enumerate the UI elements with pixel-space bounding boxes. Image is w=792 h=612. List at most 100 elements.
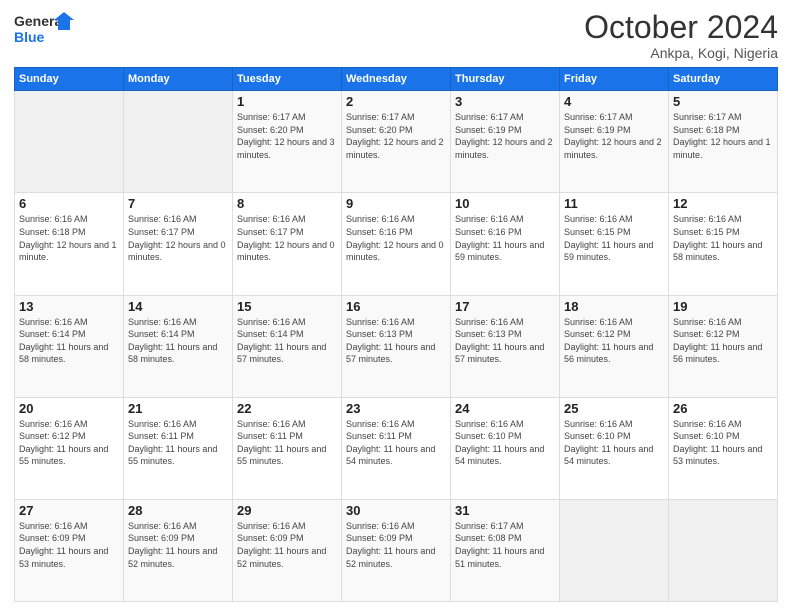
- day-number: 25: [564, 401, 664, 416]
- day-number: 23: [346, 401, 446, 416]
- month-title: October 2024: [584, 10, 778, 45]
- week-row-2: 6 Sunrise: 6:16 AM Sunset: 6:18 PM Daylig…: [15, 193, 778, 295]
- day-info: Sunrise: 6:16 AM Sunset: 6:18 PM Dayligh…: [19, 213, 119, 263]
- day-header-friday: Friday: [560, 68, 669, 91]
- day-cell: 10Sunrise: 6:16 AM Sunset: 6:16 PM Dayli…: [451, 193, 560, 295]
- day-cell: 13 Sunrise: 6:16 AM Sunset: 6:14 PM Dayli…: [15, 295, 124, 397]
- logo-svg: GeneralBlue: [14, 10, 74, 50]
- day-cell: 18Sunrise: 6:16 AM Sunset: 6:12 PM Dayli…: [560, 295, 669, 397]
- day-cell: 20 Sunrise: 6:16 AM Sunset: 6:12 PM Dayli…: [15, 397, 124, 499]
- header-row: SundayMondayTuesdayWednesdayThursdayFrid…: [15, 68, 778, 91]
- day-info: Sunrise: 6:16 AM Sunset: 6:13 PM Dayligh…: [455, 316, 555, 366]
- day-number: 8: [237, 196, 337, 211]
- day-number: 17: [455, 299, 555, 314]
- day-number: 24: [455, 401, 555, 416]
- day-cell: 30Sunrise: 6:16 AM Sunset: 6:09 PM Dayli…: [342, 499, 451, 601]
- day-cell: [124, 91, 233, 193]
- day-info: Sunrise: 6:16 AM Sunset: 6:09 PM Dayligh…: [128, 520, 228, 570]
- day-info: Sunrise: 6:16 AM Sunset: 6:09 PM Dayligh…: [237, 520, 337, 570]
- day-cell: 2Sunrise: 6:17 AM Sunset: 6:20 PM Daylig…: [342, 91, 451, 193]
- day-cell: 21 Sunrise: 6:16 AM Sunset: 6:11 PM Dayli…: [124, 397, 233, 499]
- day-number: 14: [128, 299, 228, 314]
- day-info: Sunrise: 6:16 AM Sunset: 6:12 PM Dayligh…: [19, 418, 119, 468]
- day-cell: 17 Sunrise: 6:16 AM Sunset: 6:13 PM Dayli…: [451, 295, 560, 397]
- day-number: 29: [237, 503, 337, 518]
- title-block: October 2024 Ankpa, Kogi, Nigeria: [584, 10, 778, 61]
- day-cell: 5 Sunrise: 6:17 AM Sunset: 6:18 PM Daylig…: [669, 91, 778, 193]
- day-number: 20: [19, 401, 119, 416]
- day-cell: 19 Sunrise: 6:16 AM Sunset: 6:12 PM Dayli…: [669, 295, 778, 397]
- location: Ankpa, Kogi, Nigeria: [584, 45, 778, 61]
- day-cell: 3 Sunrise: 6:17 AM Sunset: 6:19 PM Daylig…: [451, 91, 560, 193]
- day-cell: 23 Sunrise: 6:16 AM Sunset: 6:11 PM Dayli…: [342, 397, 451, 499]
- day-info: Sunrise: 6:16 AM Sunset: 6:13 PM Dayligh…: [346, 316, 446, 366]
- day-cell: 16 Sunrise: 6:16 AM Sunset: 6:13 PM Dayli…: [342, 295, 451, 397]
- day-number: 21: [128, 401, 228, 416]
- day-number: 22: [237, 401, 337, 416]
- day-number: 26: [673, 401, 773, 416]
- day-number: 19: [673, 299, 773, 314]
- day-number: 5: [673, 94, 773, 109]
- day-cell: [560, 499, 669, 601]
- day-cell: 28 Sunrise: 6:16 AM Sunset: 6:09 PM Dayli…: [124, 499, 233, 601]
- day-number: 13: [19, 299, 119, 314]
- day-cell: 29 Sunrise: 6:16 AM Sunset: 6:09 PM Dayli…: [233, 499, 342, 601]
- day-info: Sunrise: 6:16 AM Sunset: 6:14 PM Dayligh…: [19, 316, 119, 366]
- day-info: Sunrise: 6:16 AM Sunset: 6:10 PM Dayligh…: [455, 418, 555, 468]
- day-cell: 27Sunrise: 6:16 AM Sunset: 6:09 PM Dayli…: [15, 499, 124, 601]
- day-info: Sunrise: 6:16 AM Sunset: 6:17 PM Dayligh…: [237, 213, 337, 263]
- day-cell: 31Sunrise: 6:17 AM Sunset: 6:08 PM Dayli…: [451, 499, 560, 601]
- day-info: Sunrise: 6:16 AM Sunset: 6:09 PM Dayligh…: [346, 520, 446, 570]
- day-header-saturday: Saturday: [669, 68, 778, 91]
- day-number: 12: [673, 196, 773, 211]
- svg-text:Blue: Blue: [14, 29, 45, 45]
- day-info: Sunrise: 6:16 AM Sunset: 6:12 PM Dayligh…: [673, 316, 773, 366]
- day-cell: 9 Sunrise: 6:16 AM Sunset: 6:16 PM Daylig…: [342, 193, 451, 295]
- calendar: SundayMondayTuesdayWednesdayThursdayFrid…: [14, 67, 778, 602]
- day-header-monday: Monday: [124, 68, 233, 91]
- week-row-1: 1Sunrise: 6:17 AM Sunset: 6:20 PM Daylig…: [15, 91, 778, 193]
- day-cell: 4Sunrise: 6:17 AM Sunset: 6:19 PM Daylig…: [560, 91, 669, 193]
- day-cell: 6 Sunrise: 6:16 AM Sunset: 6:18 PM Daylig…: [15, 193, 124, 295]
- day-info: Sunrise: 6:16 AM Sunset: 6:10 PM Dayligh…: [564, 418, 664, 468]
- day-info: Sunrise: 6:16 AM Sunset: 6:10 PM Dayligh…: [673, 418, 773, 468]
- day-cell: 8 Sunrise: 6:16 AM Sunset: 6:17 PM Daylig…: [233, 193, 342, 295]
- day-number: 10: [455, 196, 555, 211]
- week-row-4: 20 Sunrise: 6:16 AM Sunset: 6:12 PM Dayli…: [15, 397, 778, 499]
- day-cell: 26 Sunrise: 6:16 AM Sunset: 6:10 PM Dayli…: [669, 397, 778, 499]
- day-info: Sunrise: 6:17 AM Sunset: 6:08 PM Dayligh…: [455, 520, 555, 570]
- day-number: 9: [346, 196, 446, 211]
- day-info: Sunrise: 6:17 AM Sunset: 6:18 PM Dayligh…: [673, 111, 773, 161]
- day-cell: [15, 91, 124, 193]
- week-row-5: 27Sunrise: 6:16 AM Sunset: 6:09 PM Dayli…: [15, 499, 778, 601]
- day-info: Sunrise: 6:16 AM Sunset: 6:16 PM Dayligh…: [346, 213, 446, 263]
- day-number: 11: [564, 196, 664, 211]
- day-header-thursday: Thursday: [451, 68, 560, 91]
- logo: GeneralBlue: [14, 10, 74, 50]
- day-number: 1: [237, 94, 337, 109]
- day-header-wednesday: Wednesday: [342, 68, 451, 91]
- day-number: 2: [346, 94, 446, 109]
- day-header-sunday: Sunday: [15, 68, 124, 91]
- day-info: Sunrise: 6:16 AM Sunset: 6:14 PM Dayligh…: [128, 316, 228, 366]
- day-number: 6: [19, 196, 119, 211]
- day-cell: 25 Sunrise: 6:16 AM Sunset: 6:10 PM Dayli…: [560, 397, 669, 499]
- day-info: Sunrise: 6:16 AM Sunset: 6:11 PM Dayligh…: [128, 418, 228, 468]
- header: GeneralBlue October 2024 Ankpa, Kogi, Ni…: [14, 10, 778, 61]
- day-number: 16: [346, 299, 446, 314]
- day-cell: [669, 499, 778, 601]
- day-number: 15: [237, 299, 337, 314]
- day-cell: 14 Sunrise: 6:16 AM Sunset: 6:14 PM Dayli…: [124, 295, 233, 397]
- day-info: Sunrise: 6:16 AM Sunset: 6:12 PM Dayligh…: [564, 316, 664, 366]
- day-info: Sunrise: 6:16 AM Sunset: 6:11 PM Dayligh…: [346, 418, 446, 468]
- day-cell: 22 Sunrise: 6:16 AM Sunset: 6:11 PM Dayli…: [233, 397, 342, 499]
- day-info: Sunrise: 6:16 AM Sunset: 6:14 PM Dayligh…: [237, 316, 337, 366]
- day-number: 3: [455, 94, 555, 109]
- day-info: Sunrise: 6:17 AM Sunset: 6:19 PM Dayligh…: [455, 111, 555, 161]
- day-header-tuesday: Tuesday: [233, 68, 342, 91]
- day-number: 4: [564, 94, 664, 109]
- page: GeneralBlue October 2024 Ankpa, Kogi, Ni…: [0, 0, 792, 612]
- day-number: 28: [128, 503, 228, 518]
- day-info: Sunrise: 6:16 AM Sunset: 6:09 PM Dayligh…: [19, 520, 119, 570]
- day-info: Sunrise: 6:16 AM Sunset: 6:11 PM Dayligh…: [237, 418, 337, 468]
